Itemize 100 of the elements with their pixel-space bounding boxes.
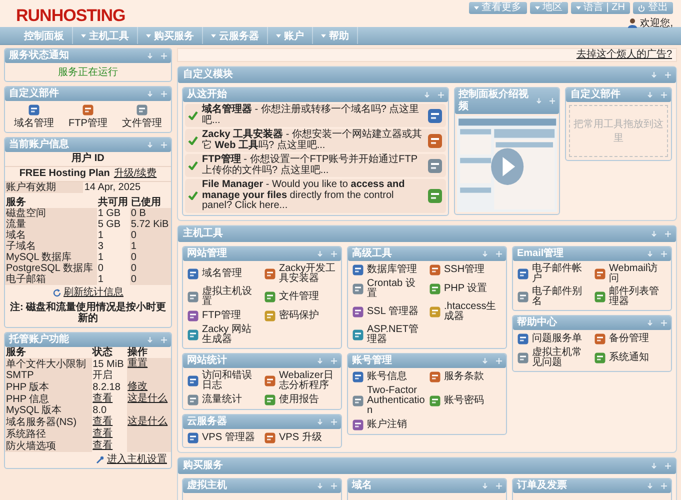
panel-controls-icon[interactable] [147, 53, 167, 59]
tool-button[interactable]: 域名管理 [186, 266, 261, 280]
logo[interactable]: RUNHOSTING [16, 6, 126, 26]
tool-button[interactable]: 账号密码 [428, 394, 503, 408]
tool-button[interactable]: 问题服务单 [516, 332, 591, 346]
table-cell: 0 B [130, 208, 171, 219]
action-link[interactable]: 查看 [92, 428, 113, 439]
table-cell: PostgreSQL 数据库 [5, 263, 97, 274]
panel-title: 帮助中心 [517, 316, 557, 328]
tool-button[interactable]: 电子邮件帐户 [516, 262, 591, 284]
refresh-link[interactable]: 刷新统计信息 [64, 287, 124, 299]
tool-button[interactable]: 流量统计 [186, 392, 261, 406]
app-icon [187, 268, 199, 280]
check-icon [188, 161, 198, 170]
action-link[interactable]: 查看 [92, 440, 113, 451]
panel-controls-icon[interactable] [317, 358, 337, 364]
start-item[interactable]: Zacky 工具安装器 - 你想安装一个网站建立器或其它 Web 工具吗? 点这里吧... [185, 129, 446, 152]
plan-name: FREE Hosting Plan [19, 168, 110, 180]
table-cell: 1 [130, 241, 171, 252]
tool-button[interactable]: FTP管理 [62, 103, 114, 130]
status-message: 服务正在运行 [57, 66, 119, 80]
app-icon [264, 268, 276, 280]
start-item[interactable]: FTP管理 - 你想设置一个FTP账号并开始通过FTP上传你的文件吗? 点这里吧... [185, 154, 446, 177]
app-icon [187, 394, 199, 406]
tool-button[interactable]: Webmail访问 [593, 262, 668, 284]
panel-controls-icon[interactable] [651, 230, 671, 236]
app-icon [352, 418, 364, 430]
tool-button[interactable]: 虚拟主机设置 [186, 286, 261, 308]
remove-ads-link[interactable]: 去掉这个烦人的广告? [576, 49, 672, 61]
panel-controls-icon[interactable] [536, 98, 556, 104]
app-icon [187, 290, 199, 302]
app-icon [426, 108, 443, 124]
panel-controls-icon[interactable] [317, 418, 337, 424]
app-icon [352, 264, 364, 276]
panel-title: 自定义部件 [570, 89, 620, 101]
tool-button[interactable]: Zacky开发工具安装器 [263, 262, 338, 284]
tool-button[interactable]: 访问和错误日志 [186, 370, 261, 392]
table-cell: 0 [130, 230, 171, 241]
panel-controls-icon[interactable] [647, 482, 667, 488]
action-link[interactable]: 查看 [92, 416, 113, 427]
tool-button[interactable]: 文件管理 [116, 103, 168, 130]
tool-button[interactable]: Crontab 设置 [351, 278, 426, 300]
panel-controls-icon[interactable] [147, 91, 167, 97]
tool-button[interactable]: .htaccess生成器 [428, 300, 503, 322]
tool-button[interactable]: 使用报告 [263, 392, 338, 406]
tool-button[interactable]: 邮件列表管理器 [593, 286, 668, 308]
tool-button[interactable]: 域名管理 [8, 103, 60, 130]
tool-button[interactable]: SSH管理 [428, 262, 503, 276]
tool-button[interactable]: Zacky 网站生成器 [186, 324, 261, 346]
panel-controls-icon[interactable] [651, 462, 671, 468]
tool-button[interactable]: 账户注销 [351, 418, 426, 432]
app-icon [429, 394, 441, 406]
upgrade-link[interactable]: 升级/续费 [114, 168, 157, 180]
panel-controls-icon[interactable] [651, 72, 671, 78]
column-header: 状态 [92, 347, 114, 358]
caret-icon [534, 6, 540, 10]
table-cell: 1 [96, 252, 130, 263]
panel-controls-icon[interactable] [482, 482, 502, 488]
start-item[interactable]: 域名管理器 - 你想注册或转移一个域名吗? 点这里吧... [185, 104, 446, 127]
panel-title: 订单及发票 [517, 480, 567, 492]
panel-controls-icon[interactable] [482, 250, 502, 256]
panel-controls-icon[interactable] [317, 482, 337, 488]
tool-button[interactable]: 账号信息 [351, 370, 426, 384]
tool-button[interactable]: VPS 管理器 [186, 430, 261, 444]
panel-controls-icon[interactable] [646, 92, 667, 98]
app-icon [136, 104, 148, 116]
app-icon [187, 374, 199, 386]
tool-button[interactable]: 文件管理 [263, 290, 338, 304]
app-icon [264, 374, 276, 386]
app-icon [264, 310, 276, 322]
panel-controls-icon[interactable] [317, 250, 337, 256]
tool-button[interactable]: FTP管理 [186, 308, 261, 322]
tool-button[interactable]: 系统通知 [593, 350, 668, 364]
panel-controls-icon[interactable] [147, 142, 167, 148]
tool-button[interactable]: PHP 设置 [428, 282, 503, 296]
panel-controls-icon[interactable] [647, 250, 667, 256]
panel-controls-icon[interactable] [424, 92, 444, 98]
tool-button[interactable]: Two-Factor Authentication [351, 384, 426, 416]
tool-button[interactable]: Webalizer日志分析程序 [263, 370, 338, 392]
tool-button[interactable]: ASP.NET管理器 [351, 324, 426, 346]
app-icon [187, 310, 199, 322]
panel-controls-icon[interactable] [147, 337, 167, 343]
start-item[interactable]: File Manager - Would you like to access and manage your files directly from the control panel? Click here... [185, 179, 446, 212]
welcome-text: 欢迎您, [640, 16, 673, 30]
panel-controls-icon[interactable] [647, 320, 667, 326]
tool-button[interactable]: 电子邮件别名 [516, 286, 591, 308]
settings-link[interactable]: 进入主机设置 [107, 454, 167, 466]
tool-button[interactable]: VPS 升级 [263, 430, 338, 444]
app-icon [187, 432, 199, 444]
tool-button[interactable]: 数据库管理 [351, 262, 426, 276]
tool-button[interactable]: 虚拟主机常见问题 [516, 346, 591, 368]
caret-icon [321, 34, 326, 38]
action-link[interactable]: 查看 [92, 393, 113, 404]
app-icon [594, 268, 606, 280]
tool-button[interactable]: 备份管理 [593, 332, 668, 346]
check-icon [188, 111, 198, 120]
panel-controls-icon[interactable] [482, 358, 502, 364]
tool-button[interactable]: 密码保护 [263, 308, 338, 322]
tool-button[interactable]: 服务条款 [428, 370, 503, 384]
tool-button[interactable]: SSL 管理器 [351, 304, 426, 318]
